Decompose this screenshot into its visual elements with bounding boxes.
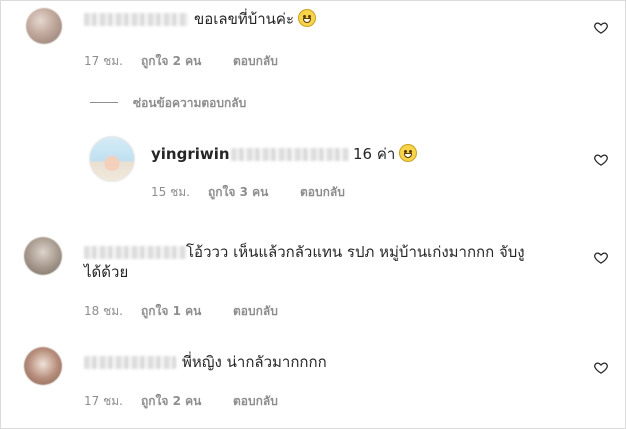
reply-button[interactable]: ตอบกลับ	[300, 184, 345, 200]
comment-meta: 15 ชม. ถูกใจ 3 คน ตอบกลับ	[151, 184, 451, 200]
reply-button[interactable]: ตอบกลับ	[233, 393, 278, 409]
comment-body: 16 ค่า	[353, 145, 396, 163]
grinning-face-icon	[298, 9, 317, 27]
redacted-username[interactable]	[84, 13, 188, 26]
commenter-avatar[interactable]	[24, 237, 62, 275]
comment-time[interactable]: 17 ชม.	[84, 393, 123, 409]
replies-divider	[90, 102, 118, 103]
comment-likes[interactable]: ถูกใจ 1 คน	[141, 303, 201, 319]
comment-text: 16 ค่า	[353, 144, 418, 164]
comment-likes[interactable]: ถูกใจ 3 คน	[208, 184, 268, 200]
comment-text: พี่หญิง น่ากลัวมากกกก	[182, 353, 327, 371]
comment-time[interactable]: 17 ชม.	[84, 53, 123, 69]
comment-username[interactable]: yingriwin	[151, 144, 230, 164]
comment-text-line1: โอ้ววว เห็นแล้วกลัวแทน รปภ หมู่บ้านเก่งม…	[186, 243, 525, 261]
commenter-avatar[interactable]	[26, 8, 62, 44]
redacted-text	[231, 148, 349, 161]
redacted-username[interactable]	[84, 246, 186, 259]
commenter-avatar[interactable]	[24, 347, 62, 385]
yingriwin-avatar[interactable]	[89, 136, 135, 182]
comment-body: ขอเลขที่บ้านค่ะ	[194, 10, 295, 28]
heart-outline-icon[interactable]	[593, 360, 609, 375]
heart-outline-icon[interactable]	[593, 250, 609, 265]
comment-time[interactable]: 18 ชม.	[84, 303, 123, 319]
reply-button[interactable]: ตอบกลับ	[233, 53, 278, 69]
heart-outline-icon[interactable]	[593, 152, 609, 167]
comment-meta: 17 ชม. ถูกใจ 2 คน ตอบกลับ	[84, 53, 384, 69]
heart-outline-icon[interactable]	[593, 20, 609, 35]
reply-button[interactable]: ตอบกลับ	[233, 303, 278, 319]
comment-meta: 17 ชม. ถูกใจ 2 คน ตอบกลับ	[84, 393, 384, 409]
redacted-username[interactable]	[84, 356, 176, 369]
hide-replies-button[interactable]: ซ่อนข้อความตอบกลับ	[133, 95, 246, 111]
comment-likes[interactable]: ถูกใจ 2 คน	[141, 53, 201, 69]
comment-text: ขอเลขที่บ้านค่ะ	[194, 9, 317, 29]
comment-meta: 18 ชม. ถูกใจ 1 คน ตอบกลับ	[84, 303, 384, 319]
comment-text-line2: ได้ด้วย	[84, 263, 129, 281]
comment-time[interactable]: 15 ชม.	[151, 184, 190, 200]
comment-likes[interactable]: ถูกใจ 2 คน	[141, 393, 201, 409]
grinning-face-icon	[399, 144, 418, 162]
